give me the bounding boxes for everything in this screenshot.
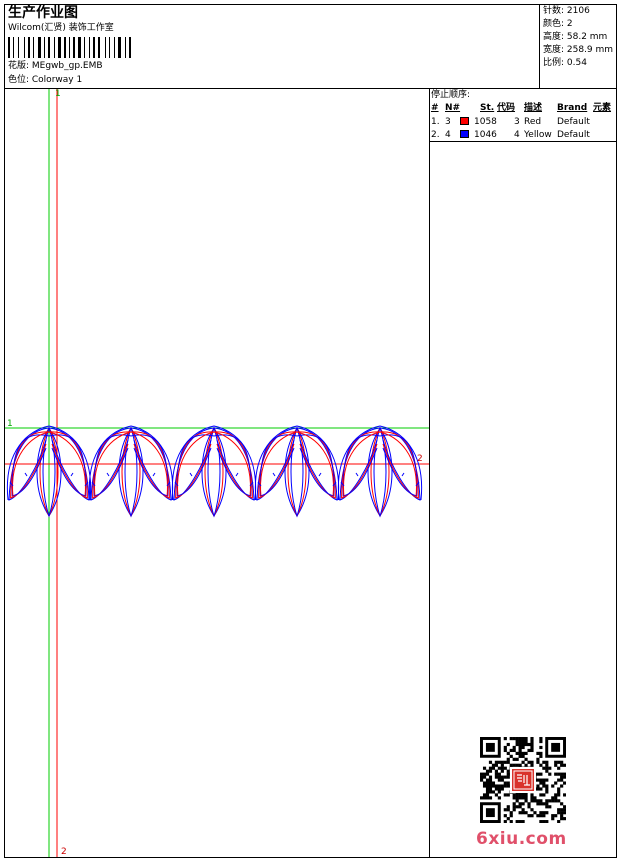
- guide-label-left: 1: [7, 419, 13, 429]
- stop-sequence-title: 停止顺序:: [431, 90, 471, 100]
- stat-stitch-count: 针数: 2106: [543, 6, 590, 16]
- thread-color-swatch: [460, 130, 469, 138]
- embroidery-motif: [88, 425, 174, 518]
- stat-color-count: 颜色: 2: [543, 19, 573, 29]
- stat-height: 高度: 58.2 mm: [543, 32, 608, 42]
- guide-label-right: 2: [417, 454, 423, 464]
- design-canvas: [5, 89, 429, 857]
- watermark: 6xiu.com: [476, 829, 567, 849]
- seal-stamp: [510, 767, 536, 793]
- design-file-label: 花版: MEgwb_gp.EMB: [8, 61, 103, 71]
- col-header-element: 元素: [593, 103, 612, 113]
- thread-color-swatch: [460, 117, 469, 125]
- col-header-brand: Brand: [557, 103, 588, 113]
- barcode: [8, 37, 131, 58]
- col-header-num: #: [431, 103, 439, 113]
- row-code: 3: [514, 117, 520, 127]
- row-description: Yellow: [524, 130, 552, 140]
- row-needle: 3: [445, 117, 451, 127]
- row-description: Red: [524, 117, 542, 127]
- guide-label-top: 1: [55, 89, 61, 99]
- side-panel-divider: [429, 88, 430, 858]
- row-stitches: 1058: [474, 117, 497, 127]
- row-code: 4: [514, 130, 520, 140]
- page-title: 生产作业图: [8, 5, 78, 21]
- col-header-needle: N#: [445, 103, 461, 113]
- stat-width: 宽度: 258.9 mm: [543, 45, 614, 55]
- qr-code: [480, 737, 566, 823]
- row-stitches: 1046: [474, 130, 497, 140]
- row-num: 2.: [431, 130, 440, 140]
- col-header-code: 代码: [497, 103, 516, 113]
- col-header-description: 描述: [524, 103, 543, 113]
- stats-divider: [539, 4, 540, 88]
- stat-scale: 比例: 0.54: [543, 58, 587, 68]
- embroidery-motif: [171, 425, 257, 518]
- row-brand: Default: [557, 130, 590, 140]
- company-name: Wilcom(汇贤) 装饰工作室: [8, 23, 114, 33]
- colorway-label: 色位: Colorway 1: [8, 75, 83, 85]
- stop-sequence-divider: [429, 141, 617, 142]
- row-brand: Default: [557, 117, 590, 127]
- col-header-stitches: St.: [480, 103, 495, 113]
- guide-label-bottom: 2: [61, 847, 67, 857]
- embroidery-motif: [254, 425, 340, 518]
- row-num: 1.: [431, 117, 440, 127]
- embroidery-motif: [337, 425, 423, 518]
- row-needle: 4: [445, 130, 451, 140]
